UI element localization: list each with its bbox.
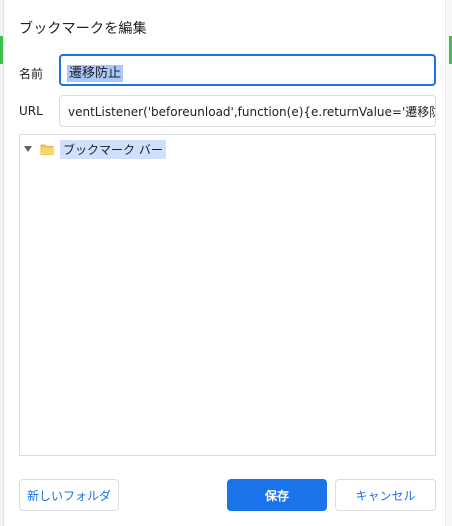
tree-item-label: ブックマーク バー	[60, 139, 166, 159]
new-folder-button[interactable]: 新しいフォルダ	[19, 479, 119, 511]
folder-icon	[40, 144, 54, 155]
name-input-value: 遷移防止	[67, 65, 124, 82]
background-window-edge-right	[447, 0, 452, 526]
name-input[interactable]: 遷移防止	[59, 54, 436, 86]
name-label: 名前	[19, 67, 44, 81]
tree-item-bookmarks-bar[interactable]: ブックマーク バー	[24, 139, 166, 159]
url-input-value: ventListener('beforeunload',function(e){…	[68, 105, 435, 119]
folder-tree[interactable]: ブックマーク バー	[19, 134, 436, 456]
url-input[interactable]: ventListener('beforeunload',function(e){…	[59, 95, 436, 127]
url-label: URL	[19, 104, 43, 118]
expand-arrow-icon[interactable]	[24, 146, 32, 152]
cancel-button[interactable]: キャンセル	[335, 479, 436, 511]
save-button[interactable]: 保存	[227, 479, 327, 511]
dialog-title: ブックマークを編集	[19, 21, 147, 37]
edit-bookmark-dialog: ブックマークを編集 名前 遷移防止 URL ventListener('befo…	[3, 0, 446, 526]
